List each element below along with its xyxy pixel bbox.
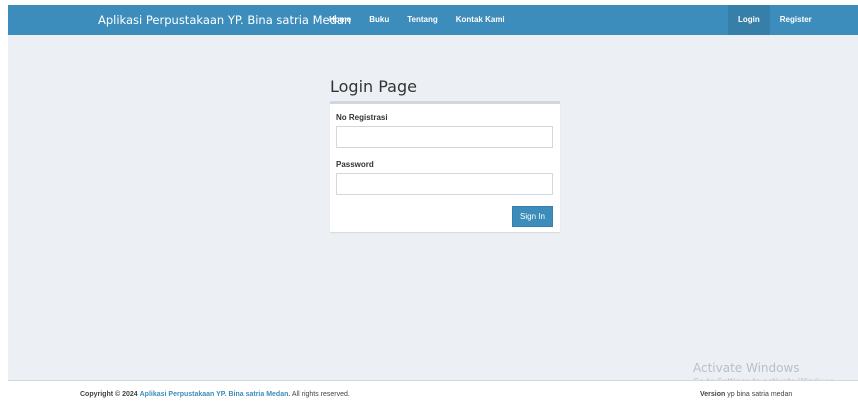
copyright-prefix: Copyright © 2024 — [80, 391, 138, 398]
app-brand[interactable]: Aplikasi Perpustakaan YP. Bina satria Me… — [98, 5, 351, 35]
version-label: Version — [700, 391, 726, 398]
nav-buku[interactable]: Buku — [360, 5, 398, 35]
nav-tentang[interactable]: Tentang — [398, 5, 447, 35]
copyright-text: Copyright © 2024 Aplikasi Perpustakaan Y… — [80, 391, 350, 398]
footer: Copyright © 2024 Aplikasi Perpustakaan Y… — [8, 380, 858, 401]
login-box: No Registrasi Password Sign In — [330, 101, 560, 232]
nav-login[interactable]: Login — [728, 5, 770, 35]
password-input[interactable] — [336, 173, 553, 195]
nav-kontak-kami[interactable]: Kontak Kami — [447, 5, 514, 35]
copyright-suffix: All rights reserved. — [291, 391, 350, 398]
version-info: Version yp bina satria medan — [700, 391, 792, 398]
page-title: Login Page — [330, 77, 417, 96]
auth-nav: Login Register — [728, 5, 822, 35]
main-nav: Home Buku Tentang Kontak Kami — [320, 5, 514, 35]
version-value: yp bina satria medan — [727, 391, 793, 398]
nav-home[interactable]: Home — [320, 5, 360, 35]
registration-label: No Registrasi — [336, 113, 388, 122]
password-label: Password — [336, 160, 374, 169]
nav-register[interactable]: Register — [770, 5, 822, 35]
registration-input[interactable] — [336, 126, 553, 148]
copyright-link[interactable]: Aplikasi Perpustakaan YP. Bina satria Me… — [140, 391, 291, 398]
top-navbar: Aplikasi Perpustakaan YP. Bina satria Me… — [8, 5, 858, 35]
activate-windows-title: Activate Windows — [693, 361, 800, 375]
sign-in-button[interactable]: Sign In — [512, 206, 553, 227]
